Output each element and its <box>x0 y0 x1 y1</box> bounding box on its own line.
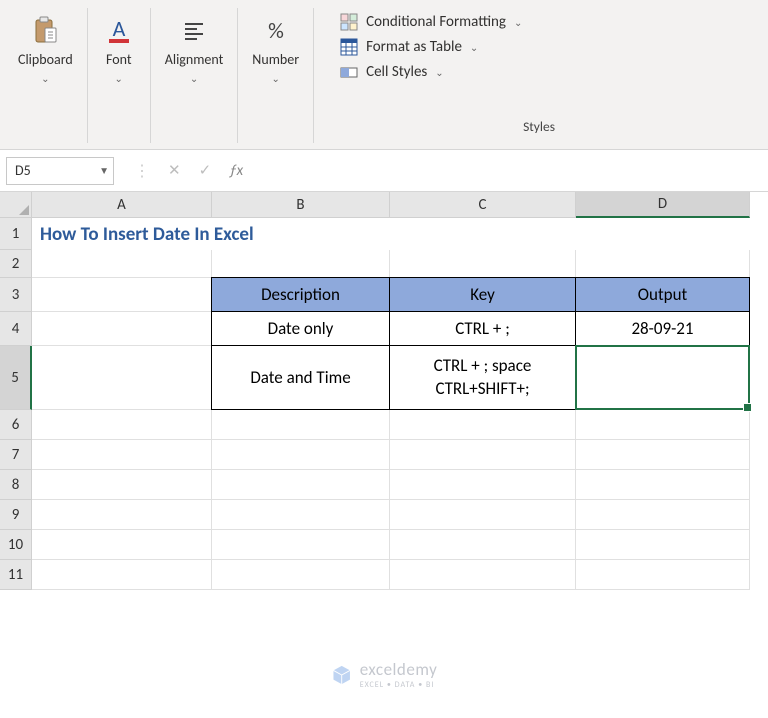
table-cell[interactable]: Output <box>575 277 750 312</box>
percent-icon: % <box>259 14 293 48</box>
ribbon-group-styles: Conditional Formatting⌄ Format as Table⌄… <box>314 8 764 143</box>
name-box[interactable]: D5 ▼ <box>6 157 114 185</box>
cell[interactable] <box>212 470 390 500</box>
clipboard-icon <box>28 14 62 48</box>
svg-text:%: % <box>268 17 284 44</box>
cell[interactable] <box>390 560 576 590</box>
conditional-formatting-button[interactable]: Conditional Formatting⌄ <box>338 12 524 32</box>
chevron-down-icon: ⌄ <box>115 72 123 85</box>
cell[interactable] <box>212 500 390 530</box>
row-header[interactable]: 9 <box>0 500 32 530</box>
number-button[interactable]: % Number ⌄ <box>252 8 299 85</box>
watermark: exceldemy EXCEL • DATA • BI <box>331 659 438 690</box>
cell[interactable] <box>576 470 750 500</box>
row-header[interactable]: 7 <box>0 440 32 470</box>
cell[interactable] <box>576 250 750 278</box>
formula-bar-input[interactable] <box>249 158 762 184</box>
column-headers: ABCD <box>32 192 750 218</box>
cell[interactable] <box>390 470 576 500</box>
cell[interactable] <box>212 440 390 470</box>
table-cell[interactable]: Date only <box>211 311 390 346</box>
cell[interactable] <box>576 530 750 560</box>
cell[interactable] <box>212 530 390 560</box>
cell[interactable] <box>212 250 390 278</box>
row-headers: 1234567891011 <box>0 218 32 590</box>
cell[interactable] <box>576 410 750 440</box>
cell[interactable] <box>576 440 750 470</box>
cell[interactable] <box>390 440 576 470</box>
cell[interactable] <box>390 410 576 440</box>
ribbon-group-alignment: Alignment ⌄ <box>151 8 239 143</box>
alignment-button[interactable]: Alignment ⌄ <box>165 8 224 85</box>
cell[interactable] <box>390 530 576 560</box>
cell[interactable] <box>32 346 212 410</box>
svg-text:A: A <box>112 15 125 42</box>
font-label: Font <box>106 51 132 68</box>
cell[interactable] <box>576 560 750 590</box>
row-header[interactable]: 2 <box>0 250 32 278</box>
column-header[interactable]: C <box>390 192 576 218</box>
ribbon-group-clipboard: Clipboard ⌄ <box>4 8 88 143</box>
cell[interactable] <box>32 440 212 470</box>
clipboard-label: Clipboard <box>18 51 73 68</box>
row-header[interactable]: 6 <box>0 410 32 440</box>
ribbon: Clipboard ⌄ A Font ⌄ Alignment ⌄ % Numbe… <box>0 0 768 150</box>
formula-bar-row: D5 ▼ ⋮ ✕ ✓ ƒx <box>0 150 768 192</box>
cell[interactable] <box>32 560 212 590</box>
row-header[interactable]: 8 <box>0 470 32 500</box>
table-cell[interactable]: CTRL + ; <box>389 311 576 346</box>
select-all-corner[interactable] <box>0 192 32 218</box>
table-cell[interactable]: Key <box>389 277 576 312</box>
cell-styles-icon <box>340 63 358 81</box>
cancel-icon[interactable]: ✕ <box>168 161 181 180</box>
cell[interactable] <box>32 500 212 530</box>
row-header[interactable]: 4 <box>0 312 32 346</box>
chevron-down-icon[interactable]: ▼ <box>99 164 109 177</box>
title-cell[interactable]: How To Insert Date In Excel <box>32 218 750 250</box>
clipboard-button[interactable]: Clipboard ⌄ <box>18 8 73 85</box>
cell[interactable] <box>212 410 390 440</box>
ribbon-group-number: % Number ⌄ <box>238 8 314 143</box>
row-header[interactable]: 5 <box>0 346 32 410</box>
cell[interactable] <box>32 410 212 440</box>
conditional-formatting-icon <box>340 13 358 31</box>
column-header[interactable]: B <box>212 192 390 218</box>
row-header[interactable]: 3 <box>0 278 32 312</box>
table-cell[interactable]: Description <box>211 277 390 312</box>
cell[interactable] <box>576 500 750 530</box>
cell[interactable] <box>390 500 576 530</box>
row-header[interactable]: 10 <box>0 530 32 560</box>
table-cell[interactable] <box>575 345 750 410</box>
alignment-icon <box>177 14 211 48</box>
fx-icon[interactable]: ƒx <box>229 162 243 180</box>
column-header[interactable]: A <box>32 192 212 218</box>
cell[interactable] <box>390 250 576 278</box>
enter-icon[interactable]: ✓ <box>199 161 212 180</box>
table-cell[interactable]: 28-09-21 <box>575 311 750 346</box>
cell[interactable] <box>32 312 212 346</box>
format-as-table-button[interactable]: Format as Table⌄ <box>338 37 524 57</box>
table-cell[interactable]: CTRL + ; spaceCTRL+SHIFT+; <box>389 345 576 410</box>
chevron-down-icon: ⌄ <box>41 72 49 85</box>
table-icon <box>340 38 358 56</box>
font-icon: A <box>102 14 136 48</box>
row-header[interactable]: 11 <box>0 560 32 590</box>
number-label: Number <box>252 51 299 68</box>
styles-group-label: Styles <box>523 118 555 143</box>
cell[interactable] <box>32 278 212 312</box>
cell[interactable] <box>32 250 212 278</box>
cell[interactable] <box>32 530 212 560</box>
row-header[interactable]: 1 <box>0 218 32 250</box>
font-button[interactable]: A Font ⌄ <box>102 8 136 85</box>
table-cell[interactable]: Date and Time <box>211 345 390 410</box>
cell[interactable] <box>32 470 212 500</box>
cell[interactable] <box>212 560 390 590</box>
ribbon-group-font: A Font ⌄ <box>88 8 151 143</box>
chevron-down-icon: ⌄ <box>271 72 279 85</box>
column-header[interactable]: D <box>576 192 750 218</box>
alignment-label: Alignment <box>165 51 224 68</box>
logo-icon <box>331 664 353 686</box>
chevron-down-icon: ⌄ <box>190 72 198 85</box>
cell-styles-button[interactable]: Cell Styles⌄ <box>338 62 524 82</box>
